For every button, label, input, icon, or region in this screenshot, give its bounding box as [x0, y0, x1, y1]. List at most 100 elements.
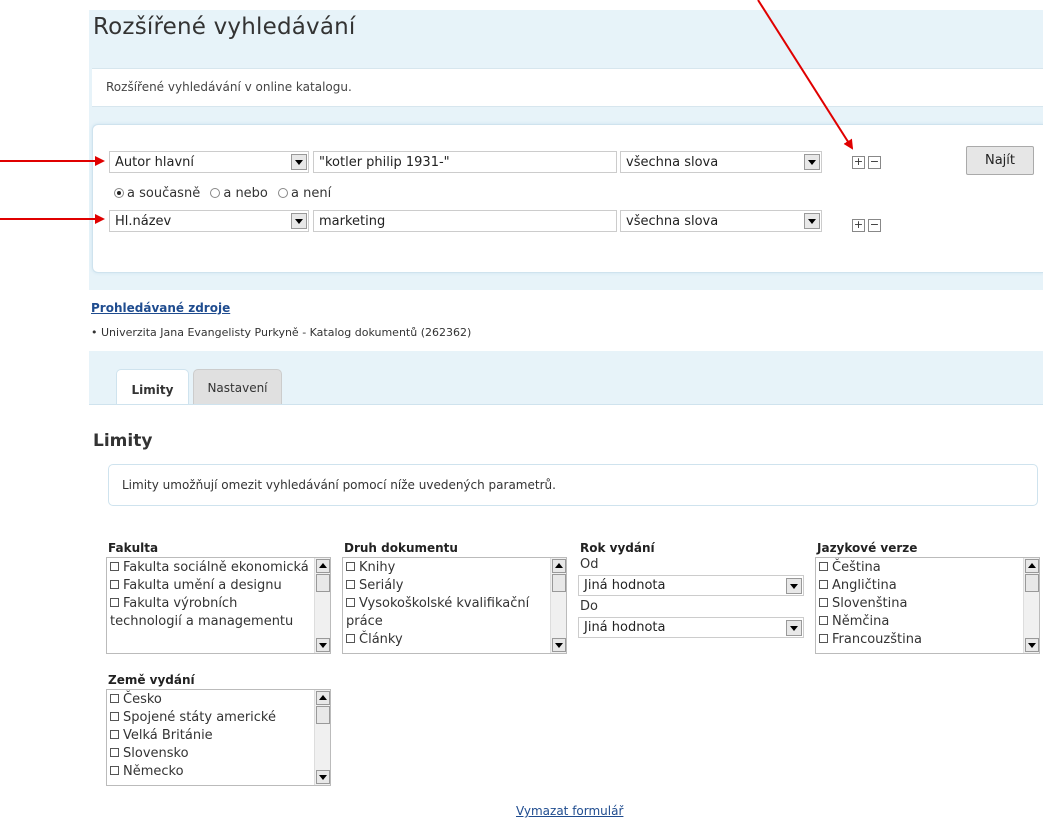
tab-limity[interactable]: Limity: [116, 369, 189, 405]
checkbox-icon[interactable]: [110, 730, 119, 739]
search-query-input-1[interactable]: "kotler philip 1931-": [313, 151, 617, 173]
year-to-value: Jiná hodnota: [584, 620, 666, 635]
operator-not[interactable]: a není: [278, 186, 331, 201]
list-item[interactable]: Čeština: [819, 559, 1021, 577]
year-from-select[interactable]: Jiná hodnota: [578, 575, 804, 596]
scroll-down-icon[interactable]: [552, 638, 566, 652]
list-item[interactable]: Velká Británie: [110, 727, 312, 745]
sources-box: Prohledávané zdroje • Univerzita Jana Ev…: [89, 290, 1043, 351]
operator-or-label: a nebo: [223, 186, 268, 201]
radio-checked-icon[interactable]: [114, 188, 124, 198]
source-item: • Univerzita Jana Evangelisty Purkyně - …: [91, 326, 471, 339]
radio-icon[interactable]: [210, 188, 221, 198]
list-item-label: Francouzština: [832, 632, 922, 647]
clear-form-link[interactable]: Vymazat formulář: [516, 804, 623, 818]
radio-icon[interactable]: [278, 188, 289, 198]
list-item[interactable]: Angličtina: [819, 577, 1021, 595]
add-row-button-1[interactable]: +: [852, 156, 865, 169]
chevron-down-icon[interactable]: [786, 578, 802, 594]
scroll-down-icon[interactable]: [316, 770, 330, 784]
source-item-label: Univerzita Jana Evangelisty Purkyně - Ka…: [101, 326, 472, 339]
checkbox-icon[interactable]: [819, 580, 828, 589]
remove-row-button-1[interactable]: −: [868, 156, 881, 169]
checkbox-icon[interactable]: [110, 598, 119, 607]
checkbox-icon[interactable]: [110, 562, 119, 571]
doc-type-listbox[interactable]: Knihy Seriály Vysokoškolské kvalifikační…: [342, 557, 567, 654]
list-item[interactable]: Spojené státy americké: [110, 709, 312, 727]
chevron-down-icon[interactable]: [804, 154, 820, 170]
list-item[interactable]: Vysokoškolské kvalifikační práce: [346, 595, 548, 631]
scroll-up-icon[interactable]: [316, 559, 330, 573]
search-query-input-2[interactable]: marketing: [313, 210, 617, 232]
add-row-button-2[interactable]: +: [852, 219, 865, 232]
scroll-up-icon[interactable]: [552, 559, 566, 573]
intro-box: Rozšířené vyhledávání v online katalogu.: [92, 68, 1043, 107]
checkbox-icon[interactable]: [819, 562, 828, 571]
checkbox-icon[interactable]: [819, 616, 828, 625]
scrollbar[interactable]: [314, 558, 330, 653]
scroll-up-icon[interactable]: [316, 691, 330, 705]
search-mode-select-1[interactable]: všechna slova: [620, 151, 822, 173]
checkbox-icon[interactable]: [110, 766, 119, 775]
scroll-thumb[interactable]: [552, 574, 566, 592]
checkbox-icon[interactable]: [110, 580, 119, 589]
year-to-label: Do: [580, 599, 598, 614]
chevron-down-icon[interactable]: [786, 620, 802, 636]
list-item[interactable]: Články: [346, 631, 548, 649]
list-item[interactable]: Fakulta výrobních technologií a manageme…: [110, 595, 312, 631]
checkbox-icon[interactable]: [110, 694, 119, 703]
search-field-value-1: Autor hlavní: [115, 155, 195, 170]
find-button[interactable]: Najít: [966, 146, 1034, 175]
scrollbar[interactable]: [550, 558, 566, 653]
scroll-thumb[interactable]: [1025, 574, 1039, 592]
checkbox-icon[interactable]: [346, 598, 355, 607]
checkbox-icon[interactable]: [110, 748, 119, 757]
sources-heading-link[interactable]: Prohledávané zdroje: [91, 301, 230, 315]
limits-title: Limity: [93, 431, 153, 451]
search-field-select-1[interactable]: Autor hlavní: [109, 151, 309, 173]
checkbox-icon[interactable]: [819, 598, 828, 607]
checkbox-icon[interactable]: [346, 580, 355, 589]
remove-row-button-2[interactable]: −: [868, 219, 881, 232]
chevron-down-icon[interactable]: [291, 213, 307, 229]
language-label: Jazykové verze: [817, 541, 918, 555]
checkbox-icon[interactable]: [346, 562, 355, 571]
language-listbox[interactable]: Čeština Angličtina Slovenština Němčina F…: [815, 557, 1040, 654]
scroll-thumb[interactable]: [316, 706, 330, 724]
list-item[interactable]: Němčina: [819, 613, 1021, 631]
scroll-down-icon[interactable]: [316, 638, 330, 652]
search-field-select-2[interactable]: Hl.název: [109, 210, 309, 232]
list-item-label: Fakulta umění a designu: [123, 578, 282, 593]
search-mode-select-2[interactable]: všechna slova: [620, 210, 822, 232]
operator-or[interactable]: a nebo: [210, 186, 268, 201]
search-field-value-2: Hl.název: [115, 214, 172, 229]
scrollbar[interactable]: [314, 690, 330, 785]
country-listbox[interactable]: Česko Spojené státy americké Velká Britá…: [106, 689, 331, 786]
scroll-down-icon[interactable]: [1025, 638, 1039, 652]
operator-not-label: a není: [291, 186, 332, 201]
list-item[interactable]: Seriály: [346, 577, 548, 595]
year-to-select[interactable]: Jiná hodnota: [578, 617, 804, 638]
page-title: Rozšířené vyhledávání: [93, 14, 356, 40]
scroll-up-icon[interactable]: [1025, 559, 1039, 573]
tab-nastaveni[interactable]: Nastavení: [193, 369, 282, 404]
list-item[interactable]: Slovenština: [819, 595, 1021, 613]
scroll-thumb[interactable]: [316, 574, 330, 592]
list-item[interactable]: Slovensko: [110, 745, 312, 763]
list-item-label: Slovensko: [123, 746, 189, 761]
list-item[interactable]: Německo: [110, 763, 312, 781]
list-item[interactable]: Knihy: [346, 559, 548, 577]
list-item[interactable]: Francouzština: [819, 631, 1021, 649]
faculty-listbox[interactable]: Fakulta sociálně ekonomická Fakulta uměn…: [106, 557, 331, 654]
limits-description: Limity umožňují omezit vyhledávání pomoc…: [122, 478, 556, 492]
list-item[interactable]: Fakulta sociálně ekonomická: [110, 559, 312, 577]
list-item[interactable]: Fakulta umění a designu: [110, 577, 312, 595]
chevron-down-icon[interactable]: [804, 213, 820, 229]
operator-and[interactable]: a současně: [114, 186, 200, 201]
checkbox-icon[interactable]: [346, 634, 355, 643]
checkbox-icon[interactable]: [110, 712, 119, 721]
list-item[interactable]: Česko: [110, 691, 312, 709]
chevron-down-icon[interactable]: [291, 154, 307, 170]
checkbox-icon[interactable]: [819, 634, 828, 643]
scrollbar[interactable]: [1023, 558, 1039, 653]
